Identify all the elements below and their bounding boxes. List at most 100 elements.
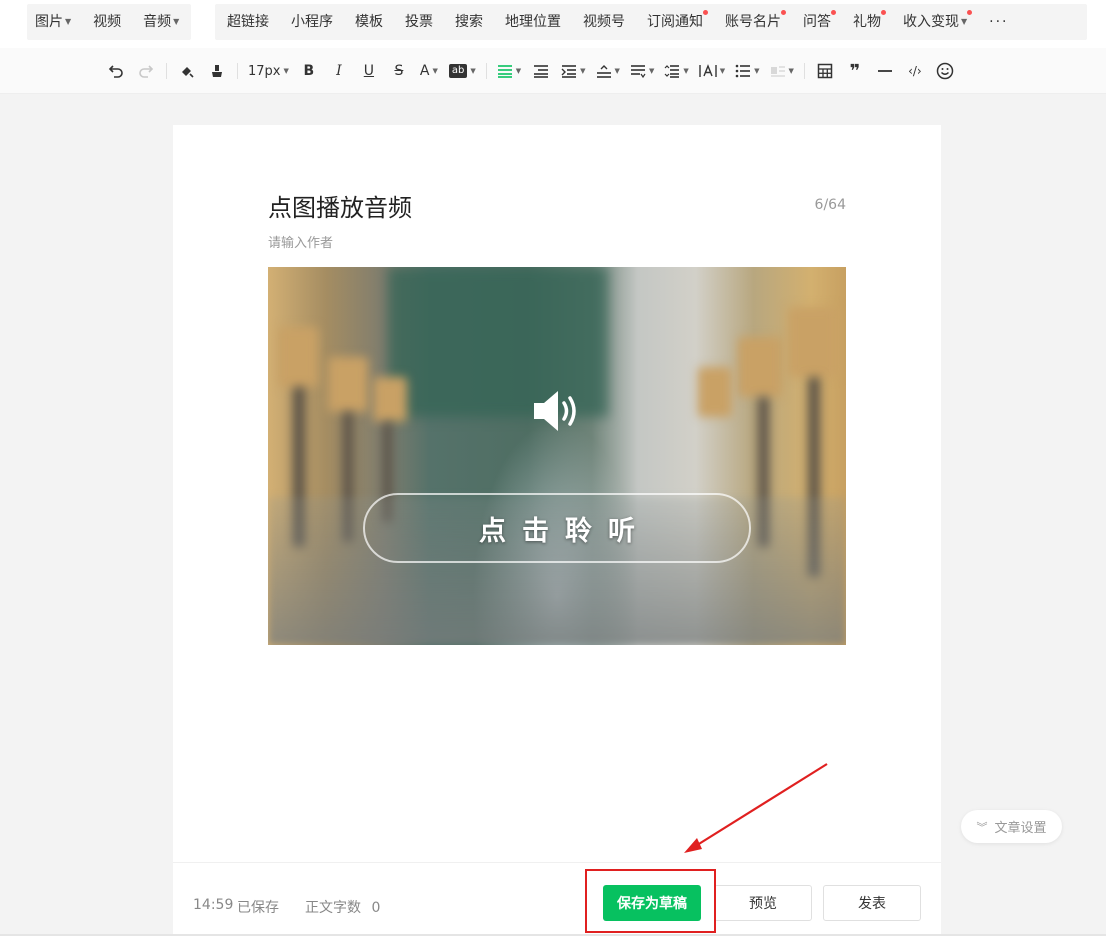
annotation-highlight-box xyxy=(585,869,716,933)
component-insert-item-label: 超链接 xyxy=(227,14,269,30)
code-icon[interactable]: ‹/› xyxy=(905,59,925,83)
media-insert-item[interactable]: 视频 xyxy=(93,4,121,40)
toolbar-divider xyxy=(803,63,805,79)
component-insert-item-label: 搜索 xyxy=(455,14,483,30)
chevron-down-icon: ▼ xyxy=(283,67,289,75)
article-title-input[interactable]: 点图播放音频 xyxy=(268,188,412,223)
word-count-label: 正文字数 xyxy=(305,900,361,916)
indent-first-line-icon[interactable] xyxy=(531,59,551,83)
emoji-icon[interactable] xyxy=(935,59,955,83)
component-insert-item[interactable]: 地理位置 xyxy=(505,4,561,40)
font-size-select[interactable]: 17px ▼ xyxy=(248,59,289,83)
chevron-down-icon: ▼ xyxy=(515,67,522,75)
component-insert-item-label: 地理位置 xyxy=(505,14,561,30)
font-color-letter: A xyxy=(419,63,430,79)
paragraph-spacing-icon[interactable]: ▼ xyxy=(630,59,654,83)
table-icon[interactable] xyxy=(815,59,835,83)
align-justify-button[interactable]: ▼ xyxy=(497,59,521,83)
component-insert-item[interactable]: 小程序 xyxy=(291,4,333,40)
undo-icon[interactable] xyxy=(106,59,126,83)
component-insert-group: 超链接 小程序 模板 投票 搜索 地理位置 视频号 订阅通知 账号名片 问答 礼物 收入变现 ▼ ··· xyxy=(215,4,1087,40)
list-icon[interactable]: ▼ xyxy=(735,59,760,83)
toolbar-divider xyxy=(237,63,238,79)
letter-spacing-icon[interactable]: ▼ xyxy=(699,59,725,83)
cover-desk xyxy=(698,367,732,417)
insert-toolbar: 图片 ▼ 视频 音频 ▼ 超链接 小程序 模板 投票 搜索 地理位置 视频号 订阅通知 账号名片 问答 礼物… xyxy=(0,0,1106,48)
vertical-spacing-icon[interactable]: ▼ xyxy=(596,59,620,83)
redo-icon[interactable] xyxy=(136,59,156,83)
bottom-action-bar: 14:59 已保存 正文字数 0 保存为草稿 预览 发表 xyxy=(173,862,941,936)
media-insert-item[interactable]: 音频 ▼ xyxy=(143,4,179,40)
format-toolbar: 17px ▼ B I U S A ▼ ab ▼ ▼ ▼ ▼ ▼ ▼ ▼ ▼ ▼ … xyxy=(0,48,1106,94)
font-size-value: 17px xyxy=(248,63,281,79)
audio-cover-image[interactable]: 点击聆听 xyxy=(268,267,846,645)
component-insert-item[interactable]: 投票 xyxy=(405,4,433,40)
component-insert-item[interactable]: 问答 xyxy=(803,4,836,40)
italic-button[interactable]: I xyxy=(329,59,349,83)
font-color-button[interactable]: A ▼ xyxy=(419,59,439,83)
new-badge-dot xyxy=(881,10,886,15)
chevron-down-icon: ▼ xyxy=(719,67,726,75)
component-insert-item[interactable]: 订阅通知 xyxy=(647,4,708,40)
background-color-button[interactable]: ab ▼ xyxy=(448,59,476,83)
listen-button[interactable]: 点击聆听 xyxy=(363,493,751,563)
chevron-down-icon: ▼ xyxy=(432,67,438,75)
new-badge-dot xyxy=(967,10,973,15)
chevron-down-icon: ▼ xyxy=(683,67,689,75)
background-color-badge: ab xyxy=(448,64,468,78)
media-insert-item-label: 图片 xyxy=(35,14,63,30)
float-icon[interactable]: ▼ xyxy=(770,59,794,83)
media-insert-group: 图片 ▼ 视频 音频 ▼ xyxy=(27,4,191,40)
component-insert-item[interactable]: 模板 xyxy=(355,4,383,40)
cover-desk xyxy=(738,337,782,397)
speaker-icon xyxy=(530,385,582,441)
title-char-count: 6/64 xyxy=(814,197,846,213)
component-insert-item-label: 账号名片 xyxy=(725,14,781,30)
component-insert-item[interactable]: 搜索 xyxy=(455,4,483,40)
new-badge-dot xyxy=(781,10,786,15)
author-input[interactable]: 请输入作者 xyxy=(268,232,333,251)
chevron-down-icon: ▼ xyxy=(65,17,72,26)
toolbar-divider xyxy=(485,63,487,79)
editor-card: 点图播放音频 6/64 请输入作者 点击聆听 xyxy=(173,125,941,936)
article-settings-button[interactable]: ︾ 文章设置 xyxy=(961,810,1062,843)
publish-button[interactable]: 发表 xyxy=(823,885,921,921)
media-insert-item[interactable]: 图片 ▼ xyxy=(35,4,71,40)
component-insert-item[interactable]: 账号名片 xyxy=(725,4,786,40)
underline-button[interactable]: U xyxy=(359,59,379,83)
chevron-down-icon: ▼ xyxy=(580,67,586,75)
preview-button[interactable]: 预览 xyxy=(714,885,812,921)
component-insert-item[interactable]: 超链接 xyxy=(227,4,269,40)
component-insert-item[interactable]: 收入变现 ▼ xyxy=(903,4,973,40)
listen-button-label: 点击聆听 xyxy=(479,515,651,547)
chevron-down-icon: ▼ xyxy=(754,67,760,75)
bold-button[interactable]: B xyxy=(299,59,319,83)
word-count-value: 0 xyxy=(371,900,381,916)
component-insert-item-label: 模板 xyxy=(355,14,383,30)
cover-desk xyxy=(788,307,838,377)
clear-format-icon[interactable] xyxy=(207,59,227,83)
chevron-down-icon: ▼ xyxy=(788,67,794,75)
more-options-icon[interactable]: ··· xyxy=(989,4,1008,40)
indent-icon[interactable]: ▼ xyxy=(561,59,586,83)
cover-desk xyxy=(373,377,407,422)
chevron-down-icon: ▼ xyxy=(173,17,180,26)
component-insert-item[interactable]: 礼物 xyxy=(853,4,886,40)
component-insert-item-label: 收入变现 xyxy=(903,14,959,30)
strikethrough-button[interactable]: S xyxy=(389,59,409,83)
component-insert-item-label: 视频号 xyxy=(583,14,625,30)
quote-icon[interactable]: ❞ xyxy=(845,59,865,83)
media-insert-item-label: 视频 xyxy=(93,14,122,30)
component-insert-item-label: 礼物 xyxy=(853,14,881,30)
chevron-down-icon: ▼ xyxy=(614,67,620,75)
component-insert-item-label: 小程序 xyxy=(291,14,333,30)
component-insert-item-label: 投票 xyxy=(405,14,433,30)
line-height-icon[interactable]: ▼ xyxy=(664,59,689,83)
component-insert-item[interactable]: 视频号 xyxy=(583,4,625,40)
cover-desk xyxy=(328,357,368,412)
article-settings-label: 文章设置 xyxy=(994,821,1047,836)
format-painter-icon[interactable] xyxy=(177,59,197,83)
component-insert-item-label: 订阅通知 xyxy=(647,14,703,30)
media-insert-item-label: 音频 xyxy=(143,14,172,30)
divider-line-icon[interactable] xyxy=(875,59,895,83)
